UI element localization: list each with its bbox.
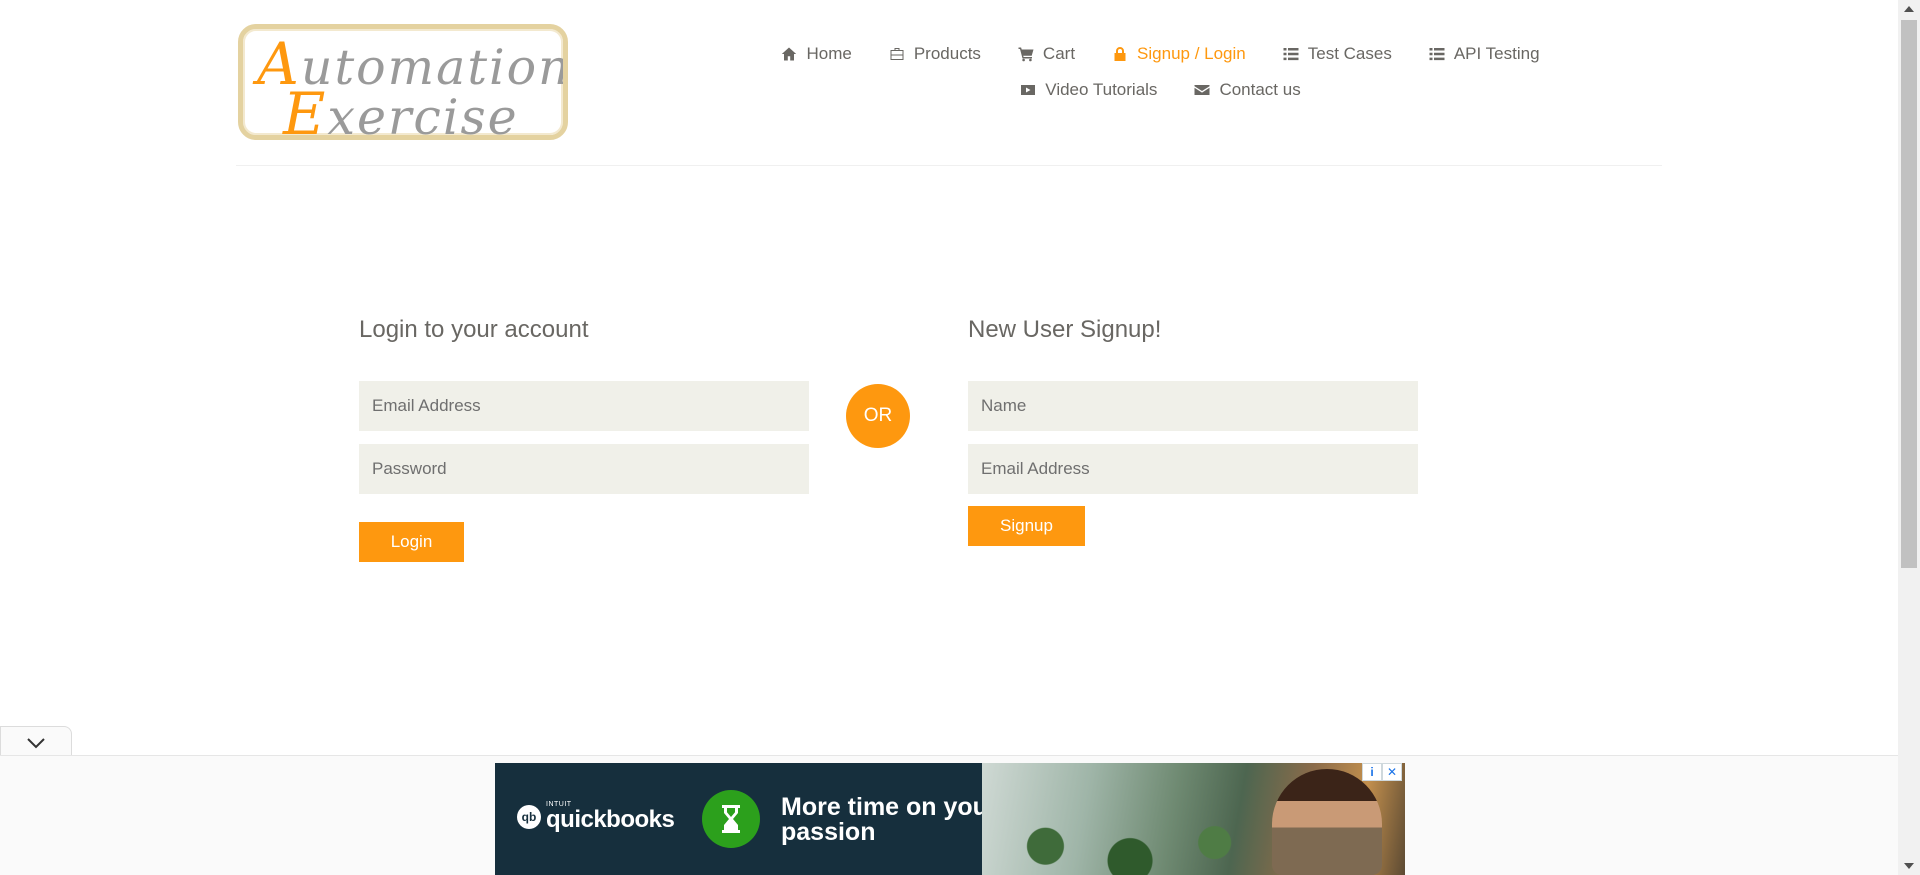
nav-label: Test Cases — [1307, 44, 1392, 63]
or-separator: OR — [846, 384, 910, 448]
site-logo[interactable]: Automation Exercise — [238, 24, 568, 140]
ad-banner[interactable]: qb INTUIT quickbooks More time on your p… — [495, 763, 1405, 875]
briefcase-icon — [888, 46, 906, 62]
nav-item-contact-us[interactable]: Contact us — [1175, 80, 1318, 100]
chevron-down-icon — [27, 737, 45, 748]
login-title: Login to your account — [359, 316, 589, 343]
ad-headline: More time on your passion — [781, 793, 998, 846]
ad-brand-text: INTUIT quickbooks — [546, 801, 675, 833]
scroll-down-arrow[interactable] — [1898, 857, 1920, 875]
login-email-field[interactable] — [359, 381, 809, 431]
ad-collapse-toggle[interactable] — [0, 726, 72, 758]
ad-brand-name: quickbooks — [546, 806, 675, 833]
nav-item-signup-login[interactable]: Signup / Login — [1093, 44, 1264, 64]
nav-item-products[interactable]: Products — [870, 44, 999, 64]
header-divider — [236, 165, 1662, 166]
list-icon — [1428, 46, 1446, 62]
hourglass-icon — [702, 790, 760, 848]
logo-line-2: Exercise — [283, 80, 519, 140]
arrow-up-icon — [1904, 6, 1914, 12]
ad-brand: qb INTUIT quickbooks — [517, 801, 675, 833]
ad-photo — [982, 763, 1405, 875]
envelope-icon — [1193, 82, 1211, 98]
signup-name-field[interactable] — [968, 381, 1418, 431]
ad-close-icon[interactable]: ✕ — [1382, 763, 1402, 781]
nav-item-api-testing[interactable]: API Testing — [1410, 44, 1558, 64]
nav-item-home[interactable]: Home — [762, 44, 869, 64]
nav-label: Video Tutorials — [1045, 80, 1158, 99]
ad-photo-person — [1272, 769, 1382, 875]
youtube-icon — [1019, 82, 1037, 98]
lock-icon — [1111, 46, 1129, 62]
nav-row-2: Video Tutorials Contact us — [740, 72, 1580, 108]
cart-icon — [1017, 46, 1035, 62]
nav-label: Signup / Login — [1137, 44, 1246, 63]
nav-label: API Testing — [1453, 44, 1540, 63]
signup-title: New User Signup! — [968, 316, 1162, 343]
quickbooks-logo-icon: qb — [517, 804, 541, 829]
home-icon — [780, 46, 798, 62]
nav-item-cart[interactable]: Cart — [999, 44, 1093, 64]
login-button[interactable]: Login — [359, 522, 464, 562]
ad-info-icon[interactable]: i — [1362, 763, 1382, 781]
nav-item-test-cases[interactable]: Test Cases — [1264, 44, 1410, 64]
login-password-field[interactable] — [359, 444, 809, 494]
page-scrollbar[interactable] — [1898, 0, 1920, 875]
nav-label: Home — [806, 44, 852, 63]
main-nav: Home Products Cart Signup / Login Test C… — [740, 36, 1580, 108]
nav-row-1: Home Products Cart Signup / Login Test C… — [740, 36, 1580, 72]
site-header: Automation Exercise Home Products Cart S… — [0, 0, 1898, 166]
nav-label: Contact us — [1219, 80, 1301, 99]
scroll-up-arrow[interactable] — [1898, 0, 1920, 18]
nav-label: Products — [913, 44, 981, 63]
arrow-down-icon — [1904, 863, 1914, 869]
ad-controls: i ✕ — [1362, 763, 1402, 781]
list-icon — [1282, 46, 1300, 62]
signup-button[interactable]: Signup — [968, 506, 1085, 546]
scroll-thumb[interactable] — [1901, 20, 1917, 568]
nav-label: Cart — [1042, 44, 1076, 63]
signup-email-field[interactable] — [968, 444, 1418, 494]
nav-item-video-tutorials[interactable]: Video Tutorials — [1001, 80, 1175, 100]
